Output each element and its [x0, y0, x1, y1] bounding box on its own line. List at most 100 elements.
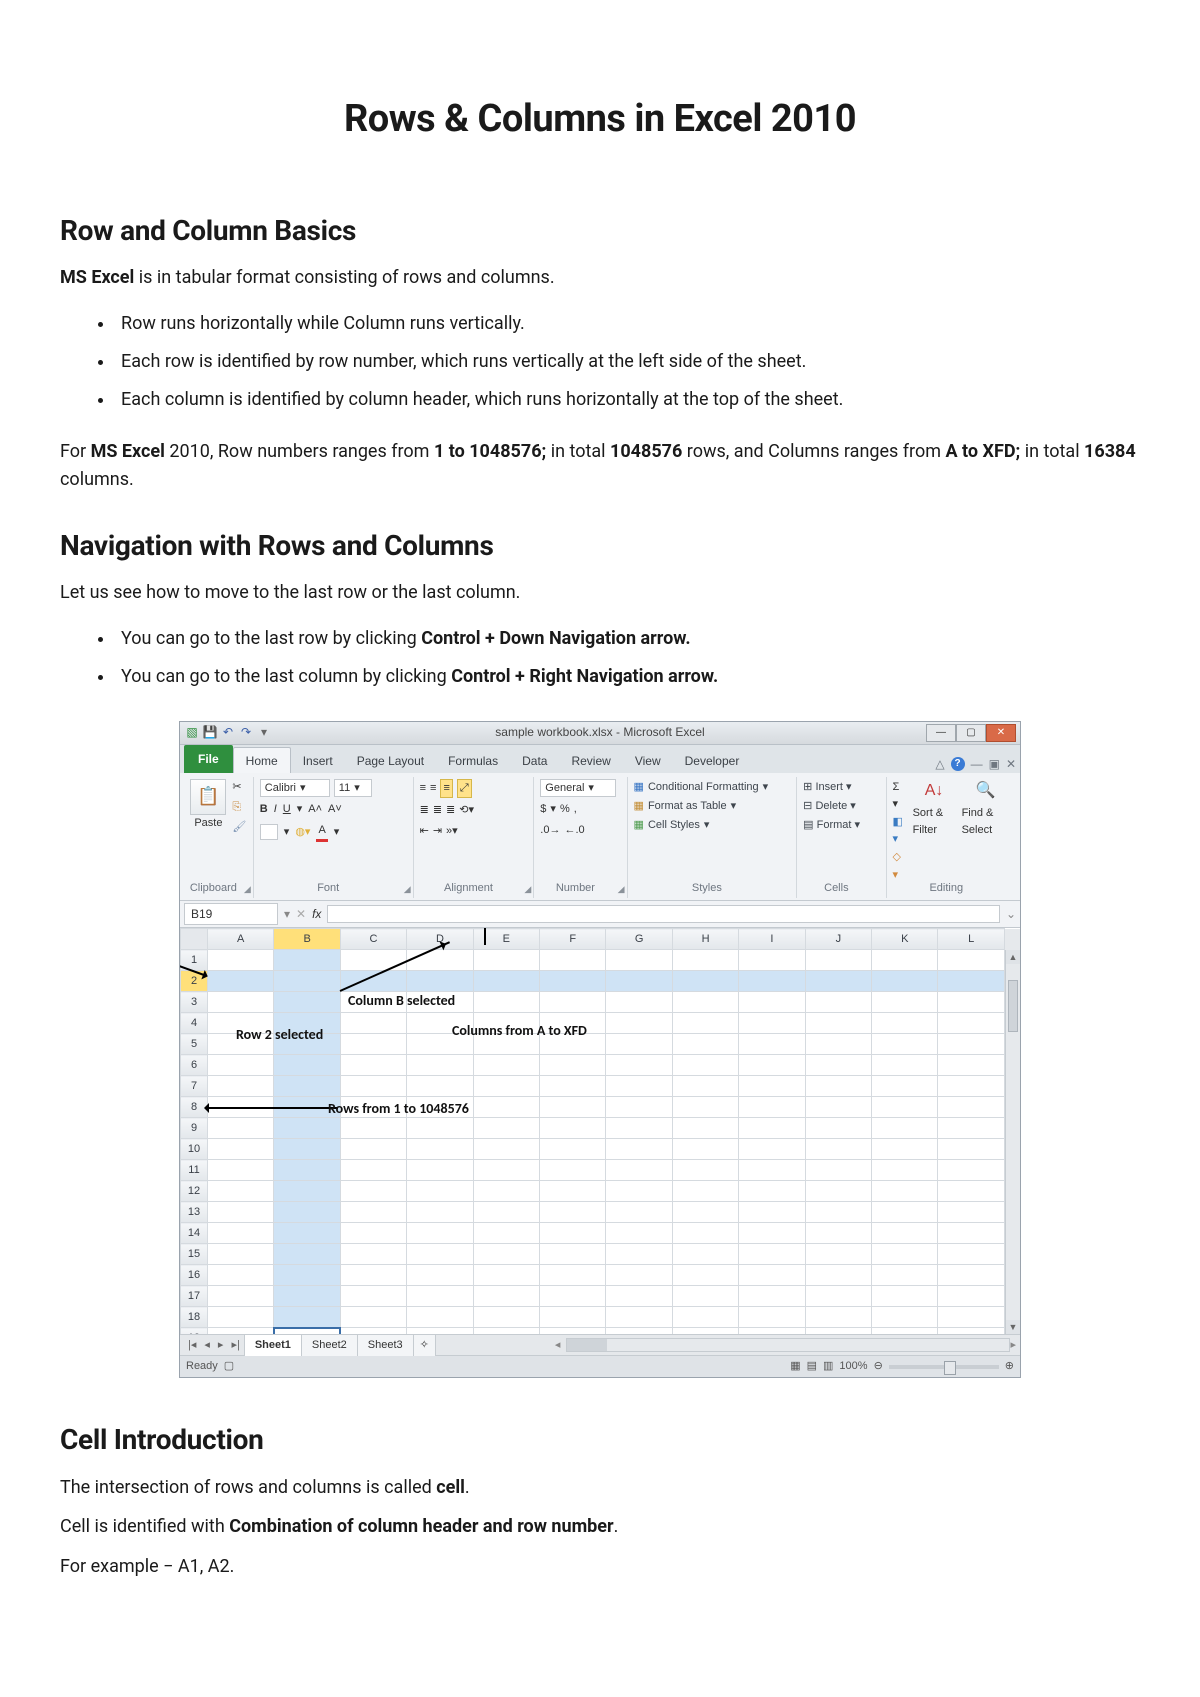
italic-button[interactable]: I: [274, 801, 277, 818]
cell[interactable]: [540, 950, 606, 971]
cell[interactable]: [208, 1244, 274, 1265]
row-header[interactable]: 3: [181, 992, 208, 1013]
sheet-last-icon[interactable]: ▸|: [227, 1337, 243, 1354]
row-header[interactable]: 4: [181, 1013, 208, 1034]
cell[interactable]: [340, 950, 406, 971]
column-header[interactable]: H: [672, 929, 738, 950]
cell[interactable]: [606, 1328, 672, 1335]
align-left-icon[interactable]: ≣: [420, 802, 429, 819]
column-header[interactable]: B: [274, 929, 340, 950]
cell[interactable]: [672, 1160, 738, 1181]
tab-insert[interactable]: Insert: [291, 748, 345, 774]
namebox-dropdown-icon[interactable]: ▾: [284, 905, 290, 924]
cell[interactable]: [208, 1160, 274, 1181]
scroll-up-icon[interactable]: ▲: [1006, 950, 1020, 964]
cell[interactable]: [872, 1244, 938, 1265]
cell[interactable]: [407, 1223, 473, 1244]
cell[interactable]: [473, 1244, 539, 1265]
cell[interactable]: [805, 1286, 871, 1307]
zoom-slider[interactable]: [889, 1365, 999, 1369]
cell[interactable]: [672, 1328, 738, 1335]
cell[interactable]: [872, 1307, 938, 1328]
cell[interactable]: [340, 1223, 406, 1244]
cell[interactable]: [473, 1328, 539, 1335]
borders-button[interactable]: [260, 824, 278, 840]
sheet-first-icon[interactable]: |◂: [184, 1337, 200, 1354]
cell[interactable]: [739, 1328, 805, 1335]
align-right-icon[interactable]: ≣: [446, 802, 455, 819]
cell[interactable]: [606, 1265, 672, 1286]
row-header[interactable]: 10: [181, 1139, 208, 1160]
column-header[interactable]: E: [473, 929, 539, 950]
comma-icon[interactable]: ,: [574, 801, 577, 818]
scroll-down-icon[interactable]: ▼: [1006, 1320, 1020, 1334]
cell[interactable]: [208, 1328, 274, 1335]
sheet-next-icon[interactable]: ▸: [214, 1337, 228, 1354]
cell[interactable]: [606, 992, 672, 1013]
cell[interactable]: [274, 1265, 340, 1286]
align-middle-icon[interactable]: ≡: [430, 780, 436, 797]
cell[interactable]: [938, 1076, 1005, 1097]
font-size-select[interactable]: 11▾: [334, 779, 372, 797]
cell[interactable]: [340, 992, 406, 1013]
tab-developer[interactable]: Developer: [673, 748, 752, 774]
cell[interactable]: [274, 950, 340, 971]
cell[interactable]: [805, 1139, 871, 1160]
row-header[interactable]: 17: [181, 1286, 208, 1307]
cell[interactable]: [540, 1286, 606, 1307]
redo-icon[interactable]: ↷: [238, 725, 254, 741]
cell[interactable]: [274, 1307, 340, 1328]
copy-icon[interactable]: ⎘: [232, 799, 241, 816]
cell[interactable]: [872, 1139, 938, 1160]
cell[interactable]: [407, 1013, 473, 1034]
font-color-button[interactable]: A: [316, 822, 327, 842]
cell[interactable]: [274, 992, 340, 1013]
cell[interactable]: [274, 1034, 340, 1055]
cell[interactable]: [473, 1223, 539, 1244]
cell[interactable]: [938, 1328, 1005, 1335]
cell[interactable]: [739, 1013, 805, 1034]
cell[interactable]: [672, 1223, 738, 1244]
delete-cells-button[interactable]: ⊟ Delete ▾: [803, 798, 856, 815]
conditional-formatting-button[interactable]: ▦Conditional Formatting ▾: [634, 779, 769, 796]
cell[interactable]: [274, 1118, 340, 1139]
cell[interactable]: [473, 1265, 539, 1286]
row-header[interactable]: 19: [181, 1328, 208, 1335]
row-header[interactable]: 6: [181, 1055, 208, 1076]
cell[interactable]: [805, 1118, 871, 1139]
row-header[interactable]: 8: [181, 1097, 208, 1118]
cell[interactable]: [473, 1181, 539, 1202]
cell[interactable]: [805, 950, 871, 971]
cell[interactable]: [540, 1055, 606, 1076]
cell[interactable]: [208, 971, 274, 992]
cell[interactable]: [805, 1244, 871, 1265]
doc-minimize-icon[interactable]: —: [971, 755, 983, 774]
cell[interactable]: [938, 971, 1005, 992]
fx-icon[interactable]: fx: [312, 905, 321, 924]
cell[interactable]: [340, 1160, 406, 1181]
cell[interactable]: [407, 1097, 473, 1118]
format-cells-button[interactable]: ▤ Format ▾: [803, 817, 860, 834]
cell[interactable]: [274, 1055, 340, 1076]
cell[interactable]: [340, 1097, 406, 1118]
font-name-select[interactable]: Calibri▾: [260, 779, 330, 797]
column-header[interactable]: I: [739, 929, 805, 950]
cell[interactable]: [407, 992, 473, 1013]
cell[interactable]: [340, 1202, 406, 1223]
insert-cells-button[interactable]: ⊞ Insert ▾: [803, 779, 851, 796]
cell[interactable]: [872, 1013, 938, 1034]
close-button[interactable]: ✕: [986, 724, 1016, 742]
cell[interactable]: [805, 1265, 871, 1286]
cell[interactable]: [473, 1034, 539, 1055]
name-box[interactable]: B19: [184, 903, 278, 926]
cell[interactable]: [938, 1034, 1005, 1055]
cell[interactable]: [208, 1307, 274, 1328]
cell[interactable]: [208, 1202, 274, 1223]
cell[interactable]: [938, 1055, 1005, 1076]
minimize-ribbon-icon[interactable]: △: [935, 755, 944, 774]
cell[interactable]: [473, 1013, 539, 1034]
cell[interactable]: [672, 1118, 738, 1139]
row-header[interactable]: 13: [181, 1202, 208, 1223]
cell[interactable]: [672, 1055, 738, 1076]
cell[interactable]: [938, 1097, 1005, 1118]
